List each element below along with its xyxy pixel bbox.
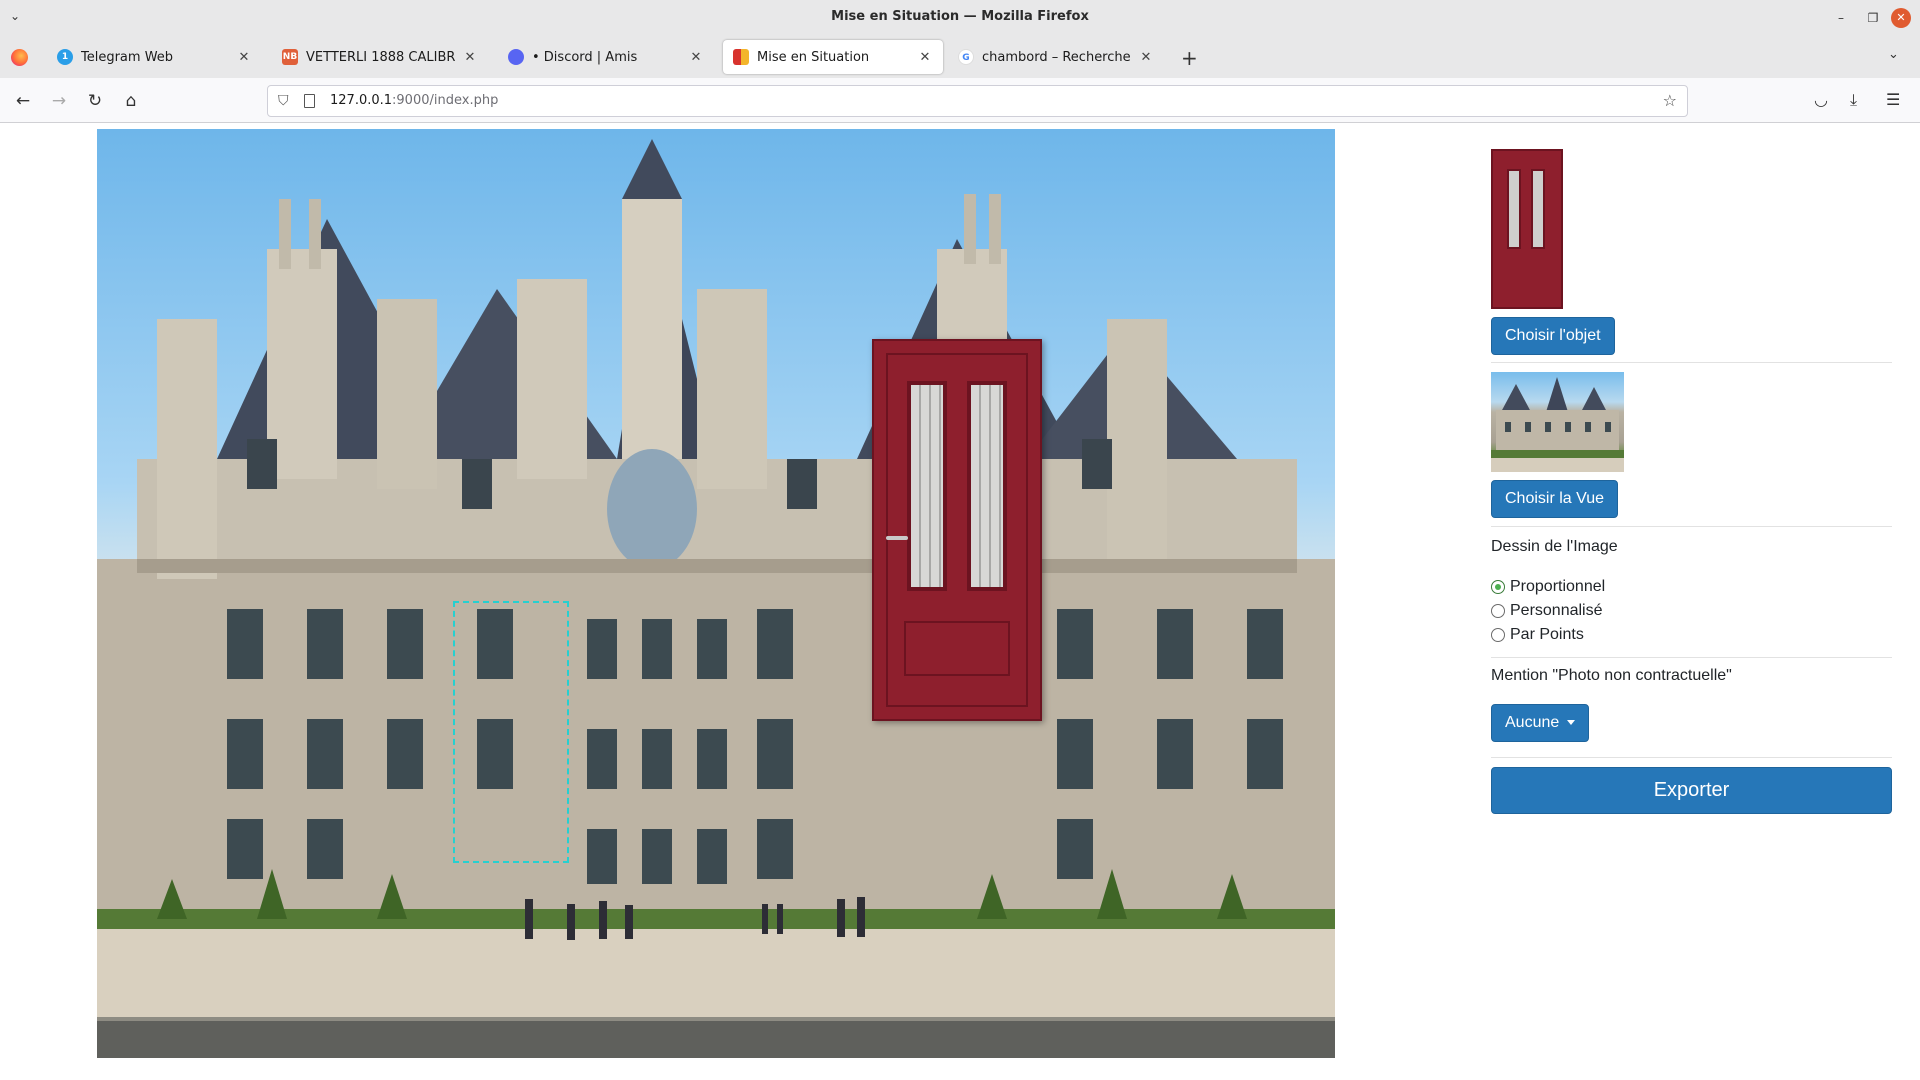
divider xyxy=(1491,757,1892,758)
radio-label: Par Points xyxy=(1510,626,1584,643)
back-arrow-icon[interactable]: ← xyxy=(10,88,36,114)
scene-canvas[interactable] xyxy=(97,129,1335,1058)
tab-label: chambord – Recherche Goo xyxy=(982,49,1132,65)
object-thumbnail xyxy=(1491,149,1563,309)
mention-dropdown[interactable]: Aucune xyxy=(1491,704,1590,742)
tab-label: • Discord | Amis xyxy=(532,49,638,65)
drawing-heading: Dessin de l'Image xyxy=(1491,538,1618,555)
tab-mise-en-situation[interactable]: Mise en Situation ✕ xyxy=(723,40,943,74)
url-host: 127.0.0.1 xyxy=(330,93,393,108)
pocket-icon[interactable]: ◡ xyxy=(1814,90,1828,109)
selection-rectangle[interactable] xyxy=(453,601,569,863)
door-glass-left xyxy=(907,381,947,591)
radio-proportionnel[interactable]: Proportionnel xyxy=(1491,578,1605,596)
choose-view-button[interactable]: Choisir la Vue xyxy=(1491,480,1619,518)
page-favicon-icon xyxy=(733,49,749,65)
discord-icon xyxy=(508,49,524,65)
bookmark-star-icon[interactable]: ☆ xyxy=(1663,91,1677,110)
telegram-icon: 1 xyxy=(57,49,73,65)
divider xyxy=(1491,526,1892,527)
close-tab-icon[interactable]: ✕ xyxy=(1138,50,1154,65)
radio-button-checked[interactable] xyxy=(1491,580,1505,594)
reload-icon[interactable]: ↻ xyxy=(82,88,108,114)
radio-personnalise[interactable]: Personnalisé xyxy=(1491,602,1603,620)
mention-heading: Mention "Photo non contractuelle" xyxy=(1491,667,1732,684)
radio-button[interactable] xyxy=(1491,628,1505,642)
minimize-button[interactable]: – xyxy=(1831,8,1851,28)
url-path: :9000/index.php xyxy=(392,93,499,108)
page-content: Choisir l'objet Choisir la Vue Dessin de… xyxy=(0,124,1920,1080)
castle-thumbnail-image xyxy=(1491,377,1624,472)
door-glass-right xyxy=(1531,169,1545,249)
tab-bar: 1 Telegram Web ✕ NB VETTERLI 1888 CALIBR… xyxy=(0,36,1920,78)
door-handle xyxy=(886,536,908,540)
close-window-button[interactable]: ✕ xyxy=(1891,8,1911,28)
window-title: Mise en Situation — Mozilla Firefox xyxy=(831,9,1089,24)
tab-label: Mise en Situation xyxy=(757,49,870,65)
radio-par-points[interactable]: Par Points xyxy=(1491,626,1584,644)
choose-object-button[interactable]: Choisir l'objet xyxy=(1491,317,1615,355)
caret-down-icon xyxy=(1567,720,1576,726)
page-info-icon[interactable] xyxy=(304,94,315,108)
tab-vetterli[interactable]: NB VETTERLI 1888 CALIBRE 6,5 ✕ xyxy=(272,40,488,74)
door-glass-right xyxy=(967,381,1007,591)
radio-button[interactable] xyxy=(1491,604,1505,618)
castle-photo xyxy=(97,139,1335,1058)
close-tab-icon[interactable]: ✕ xyxy=(688,50,704,65)
close-tab-icon[interactable]: ✕ xyxy=(236,50,252,65)
firefox-logo-icon[interactable] xyxy=(11,49,28,66)
restore-button[interactable]: ❐ xyxy=(1863,8,1883,28)
hamburger-menu-icon[interactable]: ☰ xyxy=(1886,90,1900,109)
door-glass-left xyxy=(1507,169,1521,249)
navigation-bar: ← → ↻ ⌂ ⛉ 127.0.0.1:9000/index.php ☆ ◡ ⤓… xyxy=(0,78,1920,123)
url-text[interactable]: 127.0.0.1:9000/index.php xyxy=(330,93,498,108)
url-bar[interactable]: ⛉ 127.0.0.1:9000/index.php ☆ xyxy=(267,85,1688,117)
export-button[interactable]: Exporter xyxy=(1491,767,1892,814)
forward-arrow-icon[interactable]: → xyxy=(46,88,72,114)
tab-list-chevron-icon[interactable]: ⌄ xyxy=(1888,47,1899,62)
new-tab-button[interactable]: + xyxy=(1181,46,1198,70)
view-thumbnail xyxy=(1491,372,1624,472)
tab-chambord-search[interactable]: G chambord – Recherche Goo ✕ xyxy=(948,40,1164,74)
close-tab-icon[interactable]: ✕ xyxy=(917,50,933,65)
tab-label: Telegram Web xyxy=(81,49,174,65)
tab-label: VETTERLI 1888 CALIBRE 6,5 xyxy=(306,49,456,65)
close-tab-icon[interactable]: ✕ xyxy=(462,50,478,65)
divider xyxy=(1491,657,1892,658)
mention-dropdown-value: Aucune xyxy=(1505,714,1560,731)
window-titlebar: ⌄ Mise en Situation — Mozilla Firefox – … xyxy=(0,0,1920,36)
nb-site-icon: NB xyxy=(282,49,298,65)
downloads-icon[interactable]: ⤓ xyxy=(1850,90,1857,110)
google-icon: G xyxy=(958,49,974,65)
door-object[interactable] xyxy=(872,339,1042,721)
shield-icon[interactable]: ⛉ xyxy=(278,93,289,109)
divider xyxy=(1491,362,1892,363)
radio-label: Personnalisé xyxy=(1510,602,1603,619)
home-icon[interactable]: ⌂ xyxy=(118,88,144,114)
tab-telegram[interactable]: 1 Telegram Web ✕ xyxy=(47,40,262,74)
tab-discord[interactable]: • Discord | Amis ✕ xyxy=(498,40,714,74)
door-bottom-panel xyxy=(904,621,1010,676)
radio-label: Proportionnel xyxy=(1510,578,1606,595)
